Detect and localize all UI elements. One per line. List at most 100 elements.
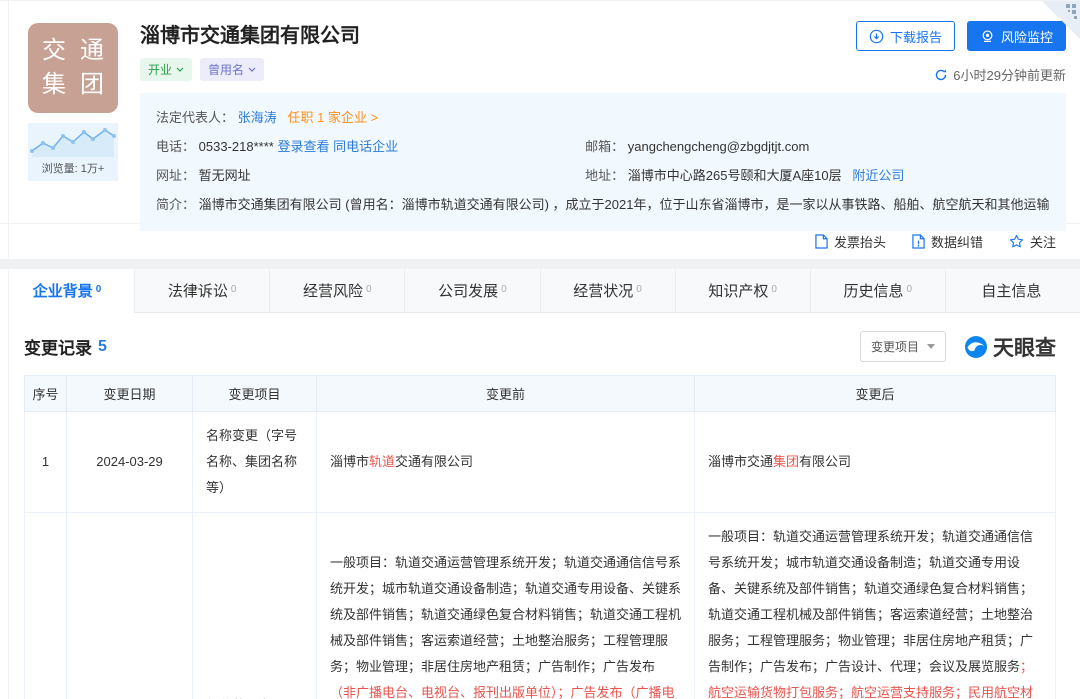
login-to-view-link[interactable]: 登录查看 (277, 139, 329, 154)
col-header-item: 变更项目 (193, 376, 317, 412)
table-row: 1 2024-03-29 名称变更（字号名称、集团名称等） 淄博市轨道交通有限公… (25, 412, 1056, 513)
phone-value: 0533-218**** (199, 139, 274, 154)
row-index: 1 (25, 412, 67, 513)
section-divider (0, 259, 1080, 269)
filter-dropdown-label: 变更项目 (871, 338, 919, 355)
change-records-table: 序号 变更日期 变更项目 变更前 变更后 1 2024-03-29 名称变更（字… (24, 375, 1056, 699)
status-badge-label: 开业 (148, 61, 172, 78)
col-header-date: 变更日期 (67, 376, 193, 412)
tianyancha-logo-icon (964, 335, 988, 359)
website-label: 网址： (156, 168, 195, 183)
nearby-companies-link[interactable]: 附近公司 (852, 168, 904, 183)
download-report-button[interactable]: 下载报告 (856, 21, 955, 51)
tab-label: 经营风险 (303, 280, 363, 301)
intro-text: 淄博市交通集团有限公司 (曾用名：淄博市轨道交通有限公司) ，成立于2021年，… (199, 197, 1050, 212)
company-profile-page: 交通 集团 浏览量: 1万+ 下载报告 (0, 0, 1080, 699)
change-before: 淄博市轨道交通有限公司 (317, 412, 695, 513)
tab-label: 自主信息 (981, 280, 1041, 301)
tab-history-info[interactable]: 历史信息 0 (811, 269, 946, 313)
tab-self-published-info[interactable]: 自主信息 (946, 269, 1080, 313)
table-row: 2 2024-03-29 经营范围变更（含业务范围变更） 一般项目：轨道交通运营… (25, 513, 1056, 699)
address-value: 淄博市中心路265号颐和大厦A座10层 (628, 168, 842, 183)
table-header-row: 序号 变更日期 变更项目 变更前 变更后 (25, 376, 1056, 412)
tab-count: 0 (771, 284, 777, 295)
monitor-icon (980, 29, 995, 44)
qr-code-corner[interactable] (1042, 1, 1080, 39)
data-correction-doc-icon (912, 234, 925, 249)
chevron-down-icon (176, 67, 184, 72)
same-phone-companies-link[interactable]: 同电话企业 (333, 139, 398, 154)
views-count-label: 浏览量: 1万+ (28, 160, 118, 176)
change-before: 一般项目：轨道交通运营管理系统开发；轨道交通通信信号系统开发；城市轨道交通设备制… (317, 513, 695, 699)
legal-rep-label: 法定代表人： (156, 110, 234, 125)
tab-count: 0 (636, 284, 642, 295)
tianyancha-brand-label: 天眼查 (993, 332, 1056, 362)
tab-intellectual-property[interactable]: 知识产权 0 (676, 269, 811, 313)
change-records-section: 变更记录 5 变更项目 天眼查 (0, 331, 1080, 699)
update-status: 6小时29分钟前更新 (934, 65, 1066, 84)
intro-label: 简介： (156, 197, 195, 212)
follow-label: 关注 (1030, 232, 1056, 251)
star-icon (1009, 234, 1024, 249)
tab-count: 0 (96, 284, 102, 295)
invoice-doc-icon (815, 234, 828, 249)
email-value: yangchengcheng@zbgdjtjt.com (628, 139, 810, 154)
former-name-badge[interactable]: 曾用名 (200, 58, 264, 81)
phone-label: 电话： (156, 139, 195, 154)
chevron-down-icon (248, 67, 256, 72)
tab-company-background[interactable]: 企业背景 0 (0, 269, 135, 313)
tab-label: 知识产权 (708, 280, 768, 301)
views-sparkline-chart (28, 123, 118, 159)
tab-label: 公司发展 (438, 280, 498, 301)
change-after: 淄博市交通集团有限公司 (695, 412, 1056, 513)
logo-text-line2: 集团 (28, 68, 118, 102)
tab-count: 0 (501, 284, 507, 295)
tab-count: 0 (231, 284, 237, 295)
tab-operation-risk[interactable]: 经营风险 0 (270, 269, 405, 313)
update-time-label: 6小时29分钟前更新 (953, 65, 1066, 84)
tab-label: 企业背景 (33, 280, 93, 301)
change-item-filter-dropdown[interactable]: 变更项目 (860, 331, 946, 362)
follow-button[interactable]: 关注 (1009, 232, 1056, 251)
invoice-title-button[interactable]: 发票抬头 (815, 232, 886, 251)
tianyancha-brand: 天眼查 (964, 332, 1056, 362)
col-header-after: 变更后 (695, 376, 1056, 412)
change-after: 一般项目：轨道交通运营管理系统开发；轨道交通通信信号系统开发；城市轨道交通设备制… (695, 513, 1056, 699)
former-name-label: 曾用名 (208, 61, 244, 78)
company-info-card: 法定代表人： 张海涛 任职 1 家企业 > 电话： 0533-218**** 登… (140, 93, 1066, 231)
change-date: 2024-03-29 (67, 412, 193, 513)
caret-down-icon (927, 344, 935, 349)
main-tab-bar: 企业背景 0 法律诉讼 0 经营风险 0 公司发展 0 经营状况 0 知识产权 … (0, 269, 1080, 313)
status-badge-open[interactable]: 开业 (140, 58, 192, 81)
legal-rep-link[interactable]: 张海涛 (238, 110, 277, 125)
change-item: 经营范围变更（含业务范围变更） (193, 513, 317, 699)
tab-label: 法律诉讼 (168, 280, 228, 301)
change-date: 2024-03-29 (67, 513, 193, 699)
section-title: 变更记录 (24, 334, 92, 359)
tab-label: 经营状况 (573, 280, 633, 301)
logo-text-line1: 交通 (28, 34, 118, 68)
website-value: 暂无网址 (199, 168, 251, 183)
section-count-badge: 5 (98, 338, 107, 356)
tab-company-development[interactable]: 公司发展 0 (405, 269, 540, 313)
data-correction-label: 数据纠错 (931, 232, 983, 251)
company-logo: 交通 集团 (28, 23, 118, 113)
refresh-icon[interactable] (934, 68, 948, 82)
data-correction-button[interactable]: 数据纠错 (912, 232, 983, 251)
tab-operation-status[interactable]: 经营状况 0 (541, 269, 676, 313)
invoice-title-label: 发票抬头 (834, 232, 886, 251)
col-header-index: 序号 (25, 376, 67, 412)
page-views-card: 浏览量: 1万+ (28, 123, 118, 181)
legal-rep-companies-link[interactable]: 任职 1 家企业 > (288, 110, 379, 125)
tab-count: 0 (907, 284, 913, 295)
col-header-before: 变更前 (317, 376, 695, 412)
address-label: 地址： (585, 168, 624, 183)
download-report-label: 下载报告 (890, 27, 942, 46)
download-icon (869, 29, 884, 44)
row-index: 2 (25, 513, 67, 699)
email-label: 邮箱： (585, 139, 624, 154)
change-item: 名称变更（字号名称、集团名称等） (193, 412, 317, 513)
tab-count: 0 (366, 284, 372, 295)
tab-legal-litigation[interactable]: 法律诉讼 0 (135, 269, 270, 313)
company-header: 交通 集团 浏览量: 1万+ 下载报告 (0, 1, 1080, 223)
